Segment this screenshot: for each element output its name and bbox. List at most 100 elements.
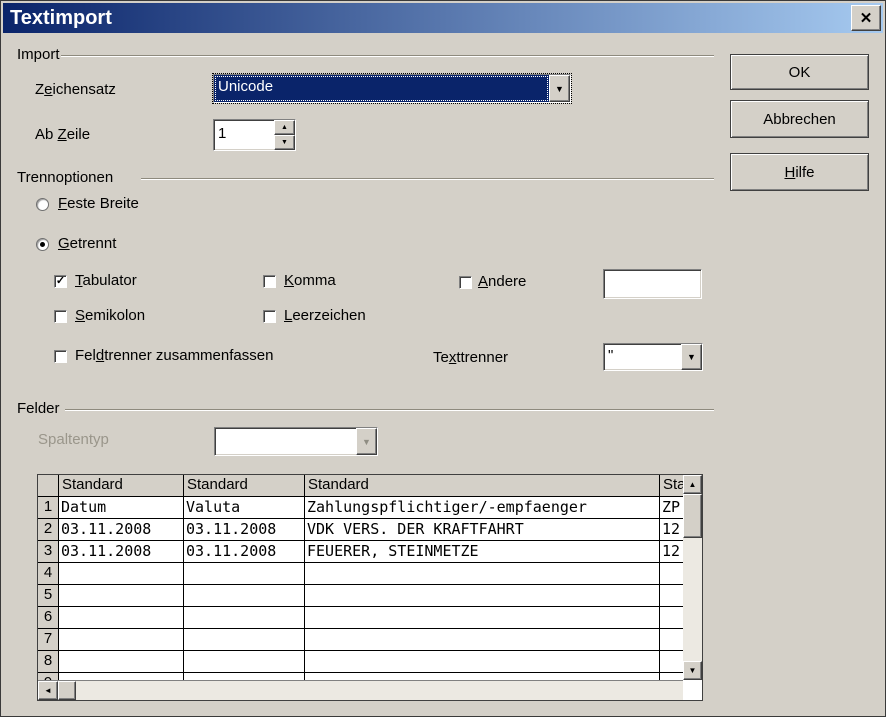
table-cell[interactable]: 12 — [660, 541, 683, 563]
close-button[interactable]: ✕ — [851, 5, 881, 31]
table-cell[interactable] — [660, 563, 683, 585]
fixed-width-radio[interactable] — [36, 198, 49, 211]
horizontal-scroll-thumb[interactable] — [58, 681, 76, 700]
table-cell[interactable] — [184, 629, 305, 651]
tab-label[interactable]: Tabulator — [75, 273, 137, 289]
spin-down-button[interactable]: ▼ — [274, 135, 295, 150]
table-cell[interactable] — [660, 629, 683, 651]
table-cell[interactable]: FEUERER, STEINMETZE — [305, 541, 660, 563]
tab-checkbox[interactable]: ✓ — [54, 275, 67, 288]
row-number: 3 — [38, 541, 59, 563]
table-cell[interactable] — [59, 673, 184, 680]
preview-table-body: 1 Datum Valuta Zahlungspflichtiger/-empf… — [38, 497, 683, 680]
ok-button[interactable]: OK — [730, 54, 869, 90]
table-cell[interactable]: VDK VERS. DER KRAFTFAHRT — [305, 519, 660, 541]
row-number: 7 — [38, 629, 59, 651]
table-cell[interactable]: 03.11.2008 — [184, 541, 305, 563]
scroll-up-button[interactable]: ▲ — [683, 475, 702, 494]
comma-label[interactable]: Komma — [284, 273, 336, 289]
corner-cell — [38, 475, 59, 497]
table-cell[interactable] — [184, 607, 305, 629]
table-cell[interactable] — [660, 607, 683, 629]
vertical-scroll-thumb[interactable] — [683, 494, 702, 538]
table-row: 4 — [38, 563, 683, 585]
table-cell[interactable] — [184, 673, 305, 680]
table-cell[interactable] — [305, 673, 660, 680]
table-cell[interactable] — [184, 585, 305, 607]
fields-group-label: Felder — [17, 401, 60, 417]
table-cell[interactable] — [305, 651, 660, 673]
column-header[interactable]: Standard — [660, 475, 683, 497]
separated-label[interactable]: Getrennt — [58, 236, 116, 252]
space-checkbox[interactable]: ✓ — [263, 310, 276, 323]
table-cell[interactable]: Valuta — [184, 497, 305, 519]
table-cell[interactable] — [305, 629, 660, 651]
cancel-button[interactable]: Abbrechen — [730, 100, 869, 138]
other-label[interactable]: Andere — [478, 274, 526, 290]
row-number: 8 — [38, 651, 59, 673]
table-cell[interactable]: Zahlungspflichtiger/-empfaenger — [305, 497, 660, 519]
column-type-value — [215, 428, 356, 455]
table-cell[interactable]: 03.11.2008 — [59, 519, 184, 541]
separated-radio[interactable] — [36, 238, 49, 251]
from-row-spinner[interactable]: 1 ▲ ▼ — [213, 119, 296, 151]
comma-checkbox[interactable]: ✓ — [263, 275, 276, 288]
table-row: 5 — [38, 585, 683, 607]
table-cell[interactable] — [59, 585, 184, 607]
charset-label: Zeichensatz — [35, 82, 116, 98]
help-button[interactable]: Hilfe — [730, 153, 869, 191]
charset-combobox[interactable]: Unicode ▼ — [213, 74, 571, 103]
fields-group-line — [65, 409, 714, 411]
table-cell[interactable] — [660, 651, 683, 673]
merge-delimiters-label[interactable]: Feldtrenner zusammenfassen — [75, 348, 273, 364]
table-row: 8 — [38, 651, 683, 673]
textimport-dialog: Textimport ✕ Import Zeichensatz Unicode … — [0, 0, 886, 717]
table-cell[interactable]: ZP — [660, 497, 683, 519]
scroll-left-icon: ◄ — [44, 686, 52, 695]
chevron-down-icon: ▼ — [687, 352, 696, 362]
spin-buttons: ▲ ▼ — [274, 120, 295, 150]
table-cell[interactable] — [660, 585, 683, 607]
space-label[interactable]: Leerzeichen — [284, 308, 366, 324]
semicolon-label[interactable]: Semikolon — [75, 308, 145, 324]
table-cell[interactable]: 03.11.2008 — [184, 519, 305, 541]
other-separator-input[interactable] — [603, 269, 702, 299]
table-cell[interactable] — [59, 563, 184, 585]
column-header[interactable]: Standard — [184, 475, 305, 497]
check-icon: ✓ — [56, 275, 65, 287]
table-cell[interactable] — [660, 673, 683, 680]
scroll-left-button[interactable]: ◄ — [38, 681, 58, 700]
column-header[interactable]: Standard — [59, 475, 184, 497]
table-cell[interactable] — [59, 607, 184, 629]
chevron-down-icon: ▼ — [362, 437, 371, 447]
table-cell[interactable]: 03.11.2008 — [59, 541, 184, 563]
table-cell[interactable] — [305, 585, 660, 607]
table-cell[interactable] — [59, 651, 184, 673]
row-number: 2 — [38, 519, 59, 541]
table-cell[interactable]: Datum — [59, 497, 184, 519]
vertical-scrollbar[interactable]: ▲ ▼ — [683, 475, 702, 680]
chevron-down-icon: ▼ — [555, 84, 564, 94]
text-delimiter-dropdown-button[interactable]: ▼ — [681, 344, 702, 370]
semicolon-checkbox[interactable]: ✓ — [54, 310, 67, 323]
column-header[interactable]: Standard — [305, 475, 660, 497]
scroll-up-icon: ▲ — [689, 480, 697, 489]
title-bar[interactable]: Textimport — [3, 3, 883, 33]
horizontal-scrollbar[interactable]: ◄ ► — [38, 680, 683, 700]
text-delimiter-label: Texttrenner — [433, 350, 508, 366]
table-cell[interactable] — [305, 607, 660, 629]
table-cell[interactable] — [59, 629, 184, 651]
merge-delimiters-checkbox[interactable]: ✓ — [54, 350, 67, 363]
table-cell[interactable]: 12 — [660, 519, 683, 541]
fixed-width-label[interactable]: Feste Breite — [58, 196, 139, 212]
scroll-down-button[interactable]: ▼ — [683, 661, 702, 680]
text-delimiter-combobox[interactable]: " ▼ — [603, 343, 703, 371]
from-row-value: 1 — [214, 120, 274, 150]
table-cell[interactable] — [184, 651, 305, 673]
table-cell[interactable] — [305, 563, 660, 585]
row-number: 6 — [38, 607, 59, 629]
charset-dropdown-button[interactable]: ▼ — [549, 75, 570, 102]
spin-up-button[interactable]: ▲ — [274, 120, 295, 135]
table-cell[interactable] — [184, 563, 305, 585]
other-checkbox[interactable]: ✓ — [459, 276, 472, 289]
